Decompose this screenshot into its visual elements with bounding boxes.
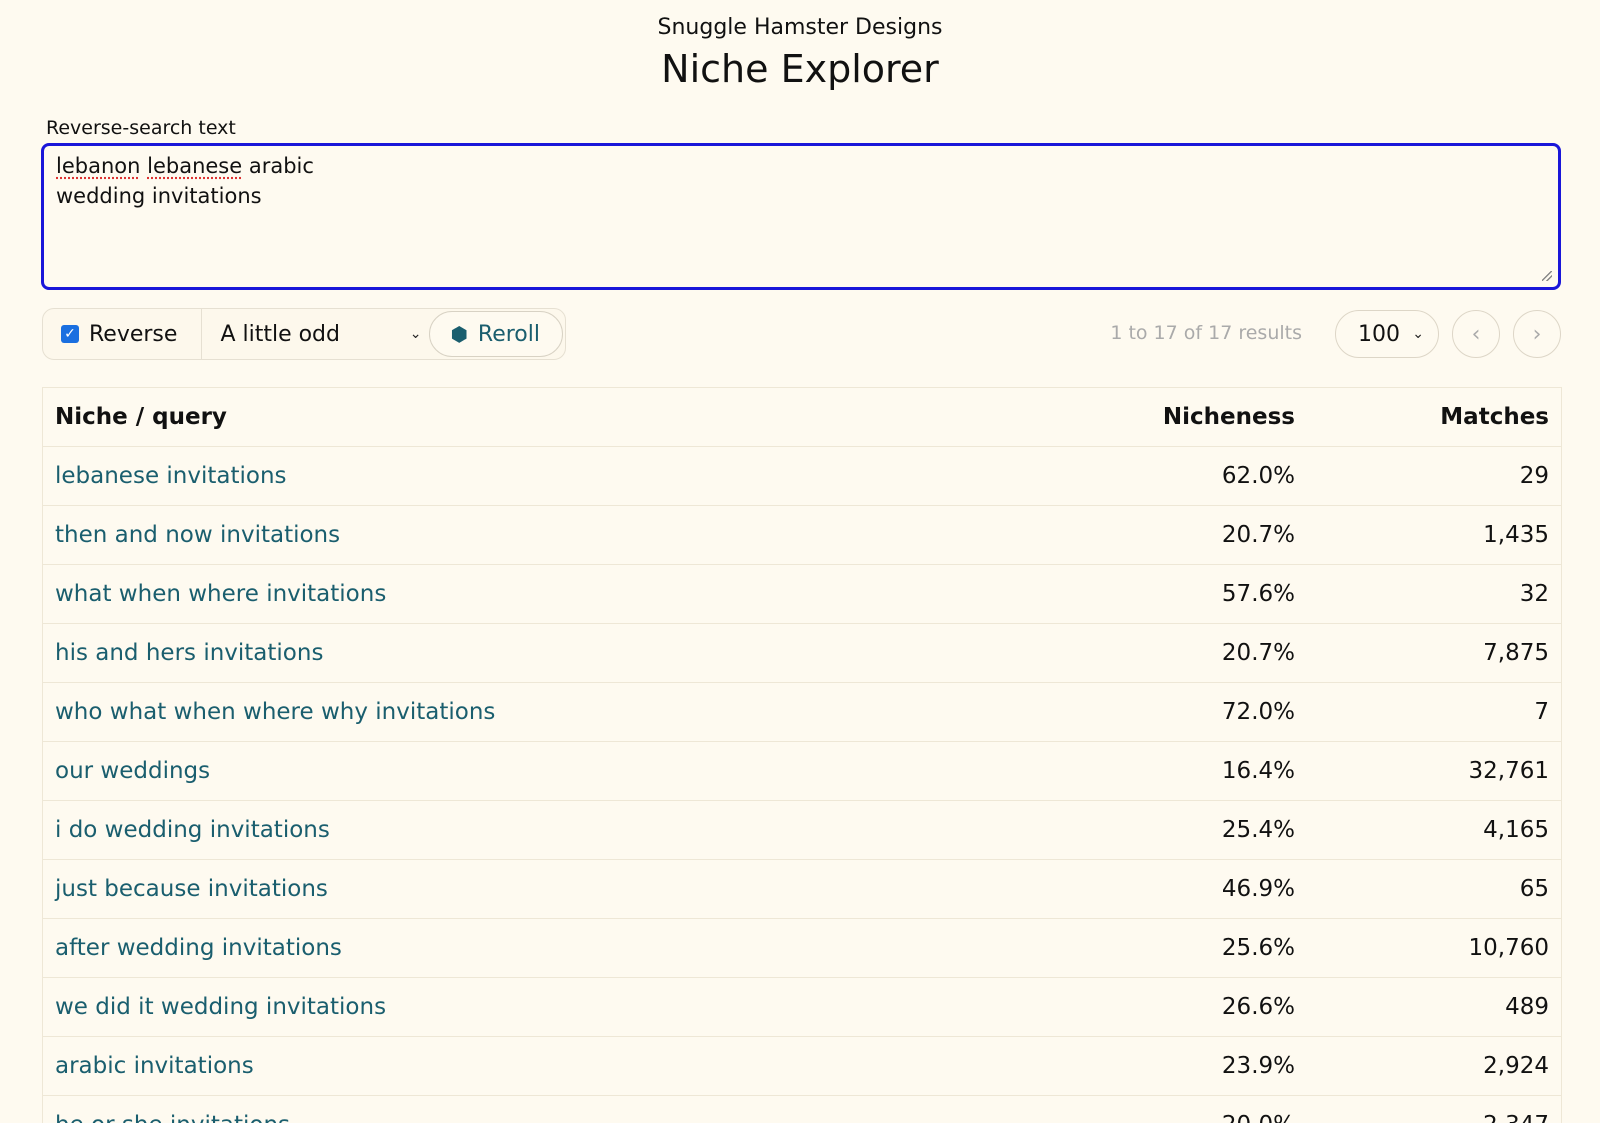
nicheness-cell: 20.0% bbox=[1023, 1095, 1307, 1123]
resize-handle[interactable] bbox=[1542, 271, 1552, 281]
results-table-container: Niche / query Nicheness Matches lebanese… bbox=[42, 387, 1562, 1123]
chevron-down-icon: ⌄ bbox=[1412, 326, 1424, 342]
reroll-button[interactable]: ⬢ Reroll bbox=[429, 311, 563, 357]
table-row: our weddings 16.4% 32,761 bbox=[43, 741, 1561, 801]
matches-cell: 1,435 bbox=[1307, 505, 1561, 565]
reverse-label: Reverse bbox=[89, 321, 178, 347]
table-row: his and hers invitations 20.7% 7,875 bbox=[43, 623, 1561, 683]
matches-cell: 2,924 bbox=[1307, 1036, 1561, 1096]
nicheness-cell: 16.4% bbox=[1023, 741, 1307, 801]
table-row: lebanese invitations 62.0% 29 bbox=[43, 446, 1561, 506]
search-word-1: lebanon bbox=[56, 154, 141, 178]
nicheness-cell: 46.9% bbox=[1023, 859, 1307, 919]
search-line1-rest: arabic bbox=[242, 154, 314, 178]
table-row: we did it wedding invitations 26.6% 489 bbox=[43, 977, 1561, 1037]
search-word-2: lebanese bbox=[147, 154, 243, 178]
niche-cell: i do wedding invitations bbox=[43, 800, 1023, 860]
niche-cell: who what when where why invitations bbox=[43, 682, 1023, 742]
niche-link[interactable]: arabic invitations bbox=[55, 1053, 254, 1079]
nicheness-cell: 57.6% bbox=[1023, 564, 1307, 624]
matches-cell: 489 bbox=[1307, 977, 1561, 1037]
page-size-value: 100 bbox=[1358, 321, 1400, 347]
column-header-nicheness[interactable]: Nicheness bbox=[1023, 388, 1307, 447]
niche-cell: after wedding invitations bbox=[43, 918, 1023, 978]
matches-cell: 65 bbox=[1307, 859, 1561, 919]
niche-link[interactable]: just because invitations bbox=[55, 876, 328, 902]
page-size-select[interactable]: 100 ⌄ bbox=[1335, 310, 1439, 358]
nicheness-cell: 20.7% bbox=[1023, 505, 1307, 565]
niche-cell: our weddings bbox=[43, 741, 1023, 801]
matches-cell: 7,875 bbox=[1307, 623, 1561, 683]
chevron-down-icon: ⌄ bbox=[409, 326, 422, 342]
reverse-toggle[interactable]: ✓ Reverse bbox=[43, 309, 203, 359]
nicheness-cell: 23.9% bbox=[1023, 1036, 1307, 1096]
brand-name: Snuggle Hamster Designs bbox=[657, 15, 943, 40]
nicheness-cell: 72.0% bbox=[1023, 682, 1307, 742]
niche-link[interactable]: after wedding invitations bbox=[55, 935, 342, 961]
table-row: who what when where why invitations 72.0%… bbox=[43, 682, 1561, 742]
matches-cell: 32 bbox=[1307, 564, 1561, 624]
page-title: Niche Explorer bbox=[661, 47, 939, 91]
table-row: after wedding invitations 25.6% 10,760 bbox=[43, 918, 1561, 978]
matches-cell: 4,165 bbox=[1307, 800, 1561, 860]
niche-cell: he or she invitations bbox=[43, 1095, 1023, 1123]
niche-link[interactable]: our weddings bbox=[55, 758, 210, 784]
nicheness-cell: 25.6% bbox=[1023, 918, 1307, 978]
matches-cell: 2,347 bbox=[1307, 1095, 1561, 1123]
niche-cell: what when where invitations bbox=[43, 564, 1023, 624]
niche-cell: his and hers invitations bbox=[43, 623, 1023, 683]
table-row: he or she invitations 20.0%2,347 bbox=[43, 1095, 1561, 1123]
table-body: lebanese invitations 62.0% 29 then and now … bbox=[43, 446, 1561, 1123]
results-table: Niche / query Nicheness Matches lebanese… bbox=[43, 388, 1561, 1123]
niche-link[interactable]: what when where invitations bbox=[55, 581, 386, 607]
niche-cell: just because invitations bbox=[43, 859, 1023, 919]
matches-cell: 29 bbox=[1307, 446, 1561, 506]
table-row: what when where invitations 57.6% 32 bbox=[43, 564, 1561, 624]
page-header: Snuggle Hamster Designs Niche Explorer bbox=[0, 0, 1600, 92]
niche-cell: we did it wedding invitations bbox=[43, 977, 1023, 1037]
niche-link[interactable]: we did it wedding invitations bbox=[55, 994, 386, 1020]
search-line-2: wedding invitations bbox=[56, 184, 262, 208]
reverse-search-textarea[interactable]: lebanon lebanese arabic wedding invitati… bbox=[41, 143, 1561, 290]
page: Snuggle Hamster Designs Niche Explorer R… bbox=[0, 0, 1600, 1123]
search-controls: ✓ Reverse A little odd ⌄ ⬢ Reroll bbox=[42, 308, 566, 360]
niche-link[interactable]: who what when where why invitations bbox=[55, 699, 495, 725]
nicheness-cell: 62.0% bbox=[1023, 446, 1307, 506]
oddness-select[interactable]: A little odd ⌄ bbox=[202, 309, 427, 359]
niche-link[interactable]: he or she invitations bbox=[55, 1112, 290, 1123]
search-label: Reverse-search text bbox=[46, 117, 236, 139]
nicheness-cell: 26.6% bbox=[1023, 977, 1307, 1037]
table-row: just because invitations 46.9% 65 bbox=[43, 859, 1561, 919]
table-header-row: Niche / query Nicheness Matches bbox=[43, 388, 1561, 447]
niche-link[interactable]: lebanese invitations bbox=[55, 463, 287, 489]
matches-cell: 7 bbox=[1307, 682, 1561, 742]
next-page-button[interactable]: › bbox=[1513, 310, 1561, 358]
niche-link[interactable]: his and hers invitations bbox=[55, 640, 323, 666]
previous-page-button[interactable]: ‹ bbox=[1452, 310, 1500, 358]
nicheness-cell: 20.7% bbox=[1023, 623, 1307, 683]
niche-cell: lebanese invitations bbox=[43, 446, 1023, 506]
table-row: arabic invitations 23.9% 2,924 bbox=[43, 1036, 1561, 1096]
results-count: 1 to 17 of 17 results bbox=[1110, 322, 1302, 344]
column-header-matches[interactable]: Matches bbox=[1307, 388, 1561, 447]
reroll-label: Reroll bbox=[477, 321, 540, 347]
niche-cell: then and now invitations bbox=[43, 505, 1023, 565]
table-row: i do wedding invitations 25.4% 4,165 bbox=[43, 800, 1561, 860]
reverse-checkbox[interactable]: ✓ bbox=[61, 325, 79, 343]
table-row: then and now invitations 20.7% 1,435 bbox=[43, 505, 1561, 565]
niche-cell: arabic invitations bbox=[43, 1036, 1023, 1096]
niche-link[interactable]: then and now invitations bbox=[55, 522, 340, 548]
matches-cell: 10,760 bbox=[1307, 918, 1561, 978]
oddness-selected-value: A little odd bbox=[220, 321, 340, 347]
matches-cell: 32,761 bbox=[1307, 741, 1561, 801]
chevron-left-icon: ‹ bbox=[1471, 321, 1481, 347]
chevron-right-icon: › bbox=[1532, 321, 1542, 347]
dice-icon: ⬢ bbox=[450, 322, 468, 346]
niche-link[interactable]: i do wedding invitations bbox=[55, 817, 330, 843]
column-header-niche[interactable]: Niche / query bbox=[43, 388, 1023, 447]
nicheness-cell: 25.4% bbox=[1023, 800, 1307, 860]
